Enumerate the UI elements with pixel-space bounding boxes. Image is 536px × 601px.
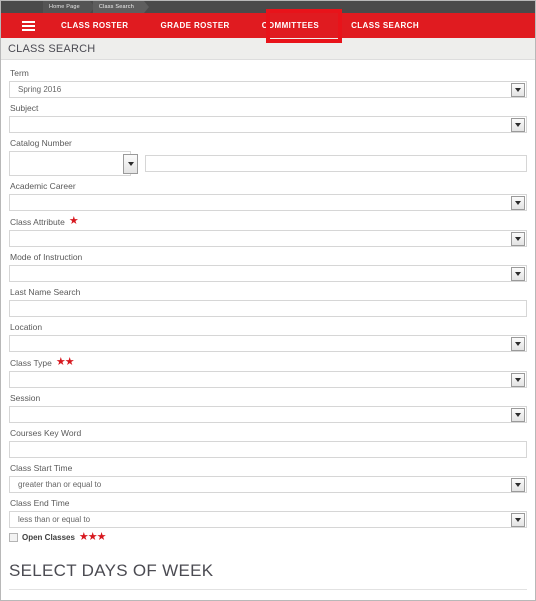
field-term: Term Spring 2016: [9, 65, 527, 98]
chevron-down-icon[interactable]: [511, 196, 525, 210]
select-session[interactable]: [9, 406, 527, 423]
days-checkbox-row: MondayTuesdayWednesdayThursdayFridaySatu…: [1, 590, 535, 600]
annotation-star-marker: ★★: [55, 356, 75, 368]
select-class-start-time[interactable]: greater than or equal to: [9, 476, 527, 493]
label-text: Catalog Number: [10, 138, 72, 148]
select-mode-of-instruction[interactable]: [9, 265, 527, 282]
class-search-page: Home Page Class Search CLASS ROSTER GRADE …: [0, 0, 536, 601]
label-text: Location: [10, 322, 43, 332]
field-class-type: Class Type ★★: [9, 354, 527, 388]
annotation-star-marker: ★★★: [78, 531, 107, 543]
label-text: Class Start Time: [10, 463, 73, 473]
chevron-down-icon[interactable]: [511, 513, 525, 527]
field-class-end-time: Class End Time less than or equal to: [9, 495, 527, 528]
label-text: Class Attribute: [10, 216, 65, 227]
chevron-down-icon[interactable]: [511, 83, 525, 97]
select-subject[interactable]: [9, 116, 527, 133]
select-class-type[interactable]: [9, 371, 527, 388]
label-academic-career: Academic Career: [9, 178, 527, 194]
select-class-end-time[interactable]: less than or equal to: [9, 511, 527, 528]
label-text: Subject: [10, 103, 39, 113]
label-text: Class Type: [10, 357, 52, 368]
field-last-name-search: Last Name Search: [9, 284, 527, 317]
chevron-down-icon[interactable]: [511, 408, 525, 422]
breadcrumb-item[interactable]: Class Search: [92, 1, 150, 13]
label-text: Courses Key Word: [10, 428, 82, 438]
field-class-attribute: Class Attribute ★: [9, 213, 527, 247]
label-location: Location: [9, 319, 527, 335]
field-class-start-time: Class Start Time greater than or equal to: [9, 460, 527, 493]
class-search-form: Term Spring 2016 Subject Catalog Number Acad…: [1, 60, 535, 543]
catalog-number-operator-select[interactable]: [9, 151, 138, 176]
label-class-end-time: Class End Time: [9, 495, 527, 511]
chevron-down-icon[interactable]: [511, 267, 525, 281]
label-text: Academic Career: [10, 181, 76, 191]
select-location[interactable]: [9, 335, 527, 352]
label-courses-key-word: Courses Key Word: [9, 425, 527, 441]
nav-item-class-roster[interactable]: CLASS ROSTER: [45, 13, 144, 38]
hamburger-icon[interactable]: [11, 13, 45, 38]
label-catalog-number: Catalog Number: [9, 135, 527, 151]
open-classes-label: Open Classes: [22, 533, 75, 542]
days-of-week-section: SELECT DAYS OF WEEK MondayTuesdayWednesd…: [1, 545, 535, 600]
field-session: Session: [9, 390, 527, 423]
label-term: Term: [9, 65, 527, 81]
chevron-down-icon[interactable]: [511, 118, 525, 132]
nav-item-class-search[interactable]: CLASS SEARCH: [335, 13, 435, 38]
label-last-name-search: Last Name Search: [9, 284, 527, 300]
input-courses-key-word[interactable]: [9, 441, 527, 458]
nav-item-grade-roster[interactable]: GRADE ROSTER: [144, 13, 245, 38]
field-value: greater than or equal to: [18, 480, 102, 489]
label-text: Class End Time: [10, 498, 70, 508]
open-classes-row: Open Classes ★★★: [9, 532, 527, 543]
catalog-number-row: [9, 151, 527, 176]
label-mode-of-instruction: Mode of Instruction: [9, 249, 527, 265]
chevron-down-icon[interactable]: [511, 478, 525, 492]
field-value: Spring 2016: [18, 85, 62, 94]
label-session: Session: [9, 390, 527, 406]
label-text: Term: [10, 68, 29, 78]
field-catalog-number: Catalog Number: [9, 135, 527, 176]
label-text: Mode of Instruction: [10, 252, 83, 262]
chevron-down-icon[interactable]: [123, 154, 138, 174]
catalog-number-input[interactable]: [145, 155, 527, 172]
main-navbar: CLASS ROSTER GRADE ROSTER COMMITTEES CLASS …: [1, 13, 535, 38]
chevron-down-icon[interactable]: [511, 232, 525, 246]
field-subject: Subject: [9, 100, 527, 133]
page-title-bar: CLASS SEARCH: [1, 38, 535, 60]
breadcrumb-item[interactable]: Home Page: [43, 1, 95, 13]
field-mode-of-instruction: Mode of Instruction: [9, 249, 527, 282]
select-academic-career[interactable]: [9, 194, 527, 211]
select-class-attribute[interactable]: [9, 230, 527, 247]
page-title: CLASS SEARCH: [8, 42, 96, 55]
annotation-star-marker: ★: [68, 215, 79, 227]
select-term[interactable]: Spring 2016: [9, 81, 527, 98]
section-title-days: SELECT DAYS OF WEEK: [9, 561, 214, 580]
label-class-start-time: Class Start Time: [9, 460, 527, 476]
open-classes-checkbox[interactable]: [9, 533, 18, 542]
chevron-down-icon[interactable]: [511, 373, 525, 387]
input-last-name-search[interactable]: [9, 300, 527, 317]
label-text: Last Name Search: [10, 287, 81, 297]
label-text: Session: [10, 393, 41, 403]
nav-item-committees[interactable]: COMMITTEES: [246, 13, 335, 38]
field-value: less than or equal to: [18, 515, 91, 524]
label-class-type: Class Type ★★: [9, 354, 527, 371]
field-academic-career: Academic Career: [9, 178, 527, 211]
field-courses-key-word: Courses Key Word: [9, 425, 527, 458]
chevron-down-icon[interactable]: [511, 337, 525, 351]
label-subject: Subject: [9, 100, 527, 116]
breadcrumb: Home Page Class Search: [1, 1, 535, 13]
label-class-attribute: Class Attribute ★: [9, 213, 527, 230]
field-location: Location: [9, 319, 527, 352]
